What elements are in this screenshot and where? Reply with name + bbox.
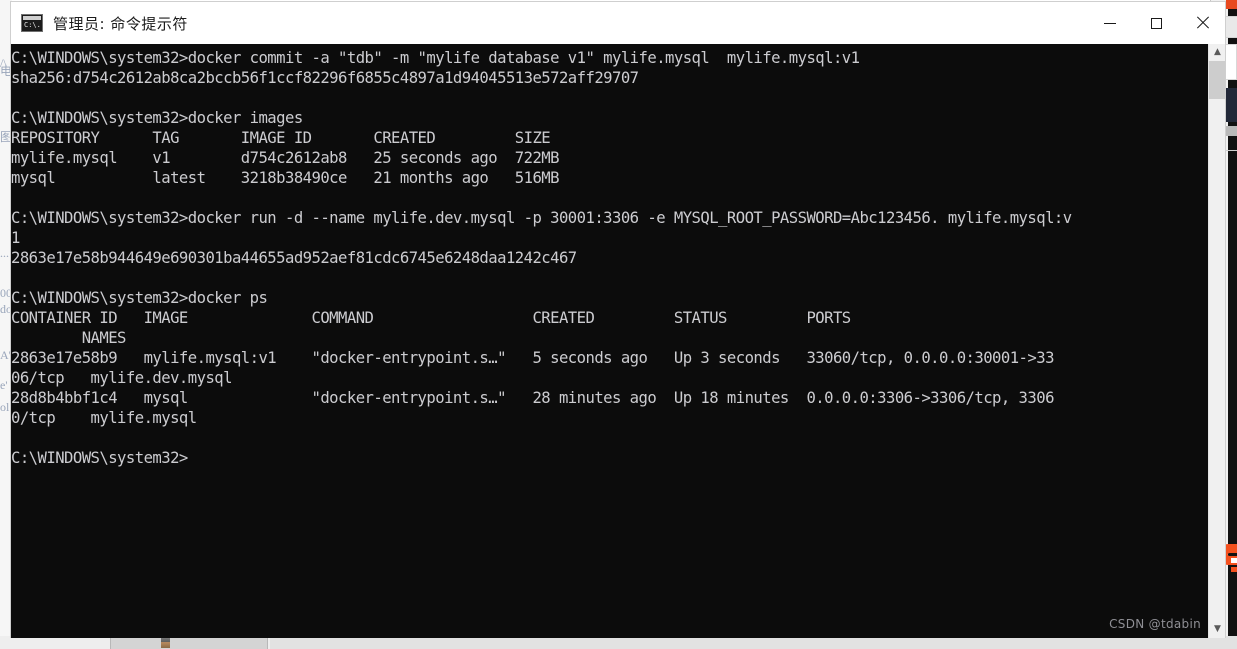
- console-line: NAMES: [11, 329, 127, 347]
- console-output-area[interactable]: C:\WINDOWS\system32>docker commit -a "td…: [11, 44, 1225, 638]
- titlebar[interactable]: C:\. 管理员: 命令提示符: [11, 2, 1225, 44]
- cmd-icon-label: C:\.: [24, 21, 41, 29]
- console-line: C:\WINDOWS\system32>docker run -d --name…: [11, 209, 1072, 227]
- console-line: 1: [11, 229, 20, 247]
- minimize-icon: [1104, 22, 1116, 24]
- scroll-down-arrow-icon[interactable]: ▼: [1209, 621, 1225, 638]
- console-line: mysql latest 3218b38490ce 21 months ago …: [11, 169, 560, 187]
- scrollbar-track[interactable]: [1209, 99, 1225, 621]
- console-line: 28d8b4bbf1c4 mysql "docker-entrypoint.s……: [11, 389, 1054, 407]
- background-right-accent-bar: [1226, 0, 1237, 9]
- console-line: C:\WINDOWS\system32>docker images: [11, 109, 303, 127]
- console-line: CONTAINER ID IMAGE COMMAND CREATED STATU…: [11, 309, 851, 327]
- console-line: 0/tcp mylife.mysql: [11, 409, 197, 427]
- watermark: CSDN @tdabin: [1109, 617, 1201, 631]
- console-text: C:\WINDOWS\system32>docker commit -a "td…: [11, 48, 1201, 468]
- console-scrollbar[interactable]: ▲ ▼: [1208, 44, 1225, 638]
- window-title: 管理员: 命令提示符: [53, 14, 188, 33]
- console-line: C:\WINDOWS\system32>docker commit -a "td…: [11, 49, 860, 67]
- scrollbar-thumb[interactable]: [1209, 61, 1225, 99]
- console-line: 06/tcp mylife.dev.mysql: [11, 369, 233, 387]
- console-line: sha256:d754c2612ab8ca2bccb56f1ccf82296f6…: [11, 69, 639, 87]
- console-line: REPOSITORY TAG IMAGE ID CREATED SIZE: [11, 129, 551, 147]
- screen: /\ 电 图 ... 00 do A' e' ol P C:\. 管理员: 命令…: [0, 0, 1237, 649]
- command-prompt-window: C:\. 管理员: 命令提示符 C:\WINDOWS\system32>dock…: [10, 1, 1226, 638]
- background-left-glyph-8: ol: [0, 400, 10, 414]
- console-line: C:\WINDOWS\system32>: [11, 449, 188, 467]
- scroll-up-arrow-icon[interactable]: ▲: [1209, 44, 1225, 61]
- background-taskbar-icon: [161, 637, 170, 648]
- maximize-icon: [1150, 17, 1162, 29]
- minimize-button[interactable]: [1087, 2, 1133, 44]
- maximize-button[interactable]: [1133, 2, 1179, 44]
- background-left-glyph-7: e': [0, 378, 8, 392]
- console-line: mylife.mysql v1 d754c2612ab8 25 seconds …: [11, 149, 560, 167]
- close-icon: [1195, 16, 1209, 30]
- console-line: C:\WINDOWS\system32>docker ps: [11, 289, 268, 307]
- background-left-glyph-3: ...: [0, 246, 9, 260]
- console-line: 2863e17e58b9 mylife.mysql:v1 "docker-ent…: [11, 349, 1054, 367]
- console-line: 2863e17e58b944649e690301ba44655ad952aef8…: [11, 249, 577, 267]
- cmd-icon: C:\.: [21, 14, 43, 32]
- window-controls: [1087, 2, 1225, 44]
- close-button[interactable]: [1179, 2, 1225, 44]
